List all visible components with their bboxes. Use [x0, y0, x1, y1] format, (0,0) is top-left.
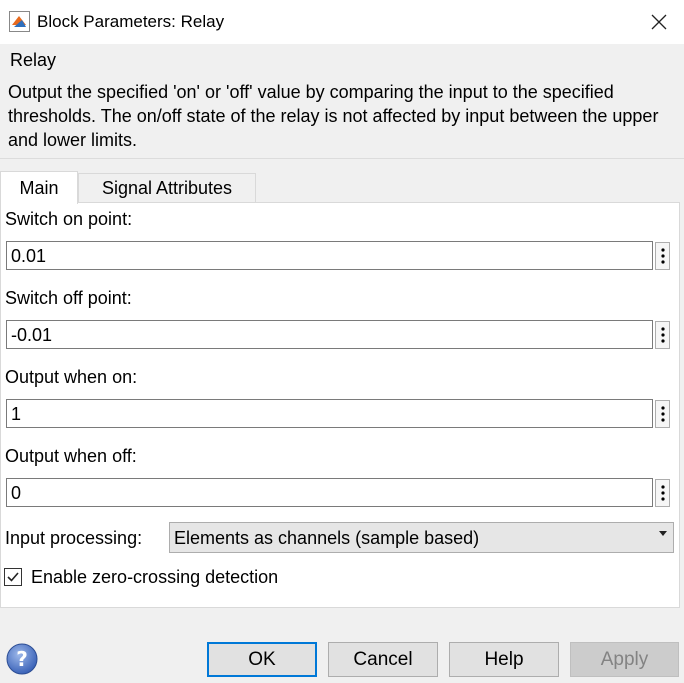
switch-off-input[interactable]: -0.01	[6, 320, 653, 349]
vertical-dots-icon	[660, 485, 665, 501]
svg-text:?: ?	[16, 647, 28, 671]
help-button[interactable]: Help	[449, 642, 559, 677]
input-processing-select[interactable]: Elements as channels (sample based)	[169, 522, 674, 553]
output-off-input[interactable]: 0	[6, 478, 653, 507]
input-processing-value: Elements as channels (sample based)	[174, 528, 480, 548]
zero-crossing-checkbox[interactable]	[4, 568, 22, 586]
output-on-label: Output when on:	[5, 367, 138, 387]
cancel-button[interactable]: Cancel	[328, 642, 438, 677]
close-button[interactable]	[644, 6, 674, 38]
switch-on-more-button[interactable]	[655, 242, 670, 270]
output-off-label: Output when off:	[5, 446, 137, 466]
vertical-dots-icon	[660, 406, 665, 422]
switch-off-more-button[interactable]	[655, 321, 670, 349]
ok-button[interactable]: OK	[207, 642, 317, 677]
switch-off-label: Switch off point:	[5, 288, 132, 308]
block-name: Relay	[10, 50, 57, 70]
check-icon	[7, 572, 19, 582]
tab-signal-attributes[interactable]: Signal Attributes	[78, 173, 256, 203]
dropdown-arrow-icon	[659, 531, 667, 536]
block-description: Output the specified 'on' or 'off' value…	[8, 82, 659, 150]
divider	[0, 158, 684, 159]
output-on-input[interactable]: 1	[6, 399, 653, 428]
tab-main[interactable]: Main	[0, 171, 78, 204]
apply-button[interactable]: Apply	[570, 642, 679, 677]
zero-crossing-label: Enable zero-crossing detection	[31, 567, 279, 587]
switch-on-input[interactable]: 0.01	[6, 241, 653, 270]
window-title: Block Parameters: Relay	[37, 12, 225, 31]
output-on-more-button[interactable]	[655, 400, 670, 428]
vertical-dots-icon	[660, 248, 665, 264]
switch-on-label: Switch on point:	[5, 209, 133, 229]
title-bar: Block Parameters: Relay	[0, 0, 684, 44]
simulink-block-icon	[9, 11, 30, 32]
close-icon	[651, 14, 667, 30]
help-question-icon[interactable]: ?	[6, 643, 38, 675]
output-off-more-button[interactable]	[655, 479, 670, 507]
input-processing-label: Input processing:	[5, 528, 143, 548]
vertical-dots-icon	[660, 327, 665, 343]
